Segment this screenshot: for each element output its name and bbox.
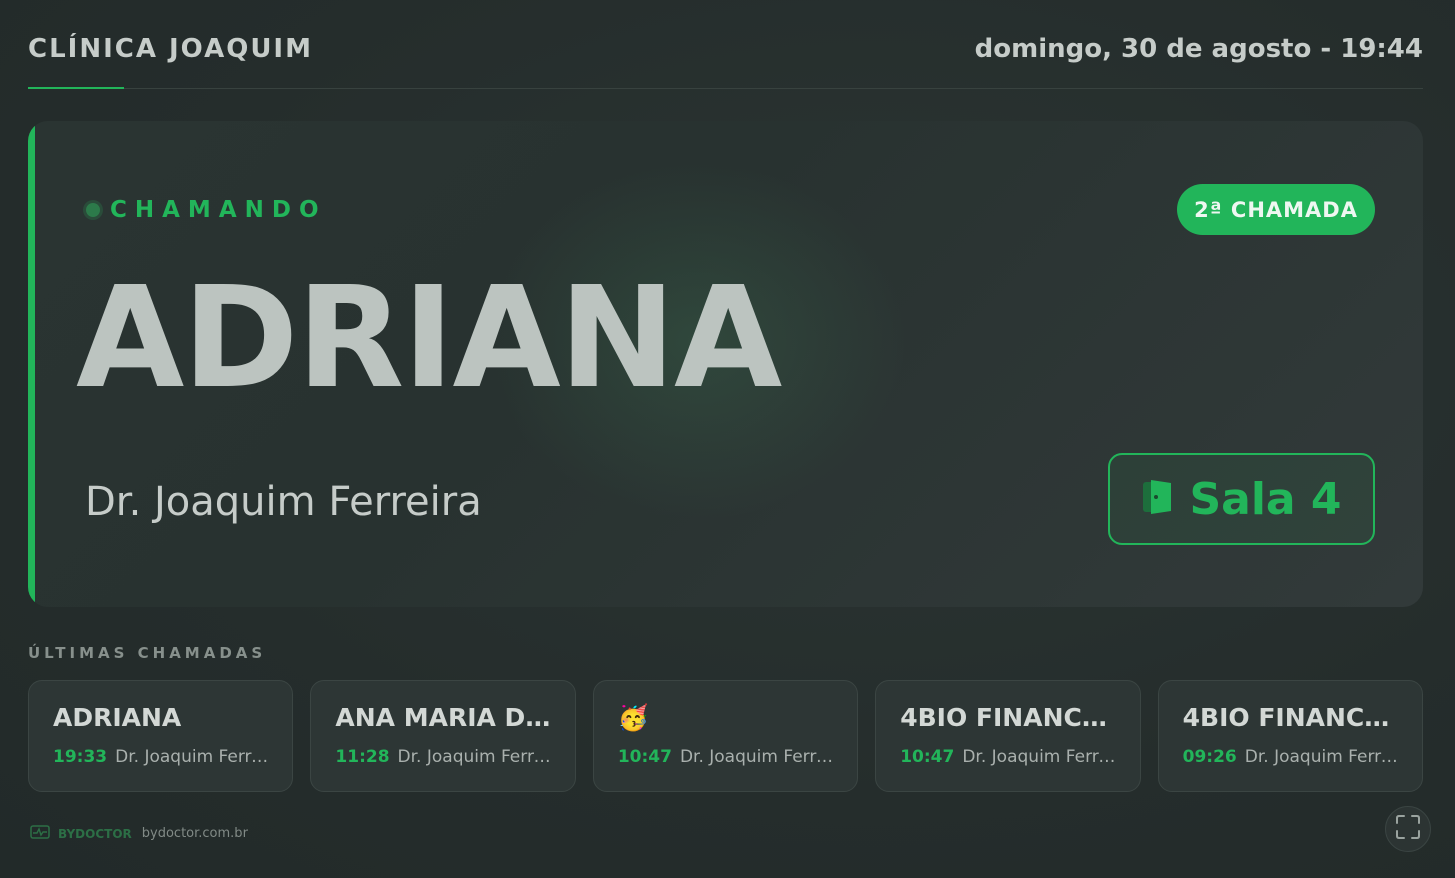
calling-label: CHAMANDO bbox=[110, 197, 327, 223]
patient-name: ADRIANA bbox=[76, 257, 782, 420]
recent-doctor: Dr. Joaquim Ferreira bbox=[397, 747, 551, 767]
recent-doctor: Dr. Joaquim Ferreira bbox=[1244, 747, 1399, 767]
recent-patient-name: ANA MARIA D... bbox=[335, 703, 551, 732]
recent-time: 11:28 bbox=[335, 747, 390, 767]
recent-patient-name: 4BIO FINANCE... bbox=[1182, 703, 1399, 732]
recent-call-card: 4BIO FINANCE... 09:26 Dr. Joaquim Ferrei… bbox=[1157, 680, 1424, 792]
pulse-dot-icon bbox=[86, 203, 100, 217]
recent-time: 09:26 bbox=[1182, 747, 1237, 767]
recent-meta: 09:26 Dr. Joaquim Ferreira bbox=[1183, 747, 1398, 767]
recent-time: 10:47 bbox=[617, 747, 672, 767]
calling-status: CHAMANDO bbox=[86, 197, 327, 223]
recent-call-card: ANA MARIA D... 11:28 Dr. Joaquim Ferreir… bbox=[310, 680, 576, 792]
room-label: Sala 4 bbox=[1189, 473, 1342, 525]
fullscreen-button[interactable] bbox=[1385, 806, 1431, 852]
call-count-badge: 2ª CHAMADA bbox=[1177, 184, 1375, 235]
recent-call-card: 4BIO FINANCE... 10:47 Dr. Joaquim Ferrei… bbox=[875, 680, 1141, 792]
recent-time: 10:47 bbox=[900, 747, 955, 767]
room-box: Sala 4 bbox=[1108, 453, 1375, 545]
fullscreen-icon bbox=[1395, 814, 1421, 844]
header: CLÍNICA JOAQUIM domingo, 30 de agosto - … bbox=[28, 0, 1423, 89]
recent-call-card: ADRIANA 19:33 Dr. Joaquim Ferreira bbox=[28, 680, 294, 792]
site-link[interactable]: bydoctor.com.br bbox=[142, 826, 248, 841]
recent-calls-title: ÚLTIMAS CHAMADAS bbox=[28, 644, 267, 662]
recent-doctor: Dr. Joaquim Ferreira bbox=[115, 747, 269, 767]
recent-patient-name: 4BIO FINANCE... bbox=[900, 703, 1116, 732]
recent-doctor: Dr. Joaquim Ferreira bbox=[679, 747, 834, 767]
recent-meta: 10:47 Dr. Joaquim Ferreira bbox=[900, 747, 1115, 767]
clinic-underline bbox=[28, 87, 124, 89]
clinic-name: CLÍNICA JOAQUIM bbox=[28, 34, 313, 64]
recent-patient-name: 🥳 bbox=[617, 703, 649, 732]
recent-time: 19:33 bbox=[53, 747, 108, 767]
door-icon bbox=[1141, 478, 1175, 520]
brand-name: BYDOCTOR bbox=[58, 826, 132, 841]
recent-meta: 19:33 Dr. Joaquim Ferreira bbox=[53, 747, 268, 767]
recent-meta: 11:28 Dr. Joaquim Ferreira bbox=[335, 747, 550, 767]
recent-patient-name: ADRIANA bbox=[53, 703, 182, 732]
recent-doctor: Dr. Joaquim Ferreira bbox=[962, 747, 1116, 767]
recent-meta: 10:47 Dr. Joaquim Ferreira bbox=[618, 747, 833, 767]
doctor-name: Dr. Joaquim Ferreira bbox=[85, 479, 482, 525]
recent-calls-list: ADRIANA 19:33 Dr. Joaquim Ferreira ANA M… bbox=[28, 680, 1424, 792]
footer: BYDOCTOR bydoctor.com.br bbox=[30, 824, 248, 843]
bydoctor-logo-icon bbox=[30, 824, 50, 843]
datetime: domingo, 30 de agosto - 19:44 bbox=[974, 34, 1423, 64]
current-call-card: CHAMANDO 2ª CHAMADA ADRIANA Dr. Joaquim … bbox=[28, 121, 1423, 607]
recent-call-card: 🥳 10:47 Dr. Joaquim Ferreira bbox=[592, 680, 859, 792]
